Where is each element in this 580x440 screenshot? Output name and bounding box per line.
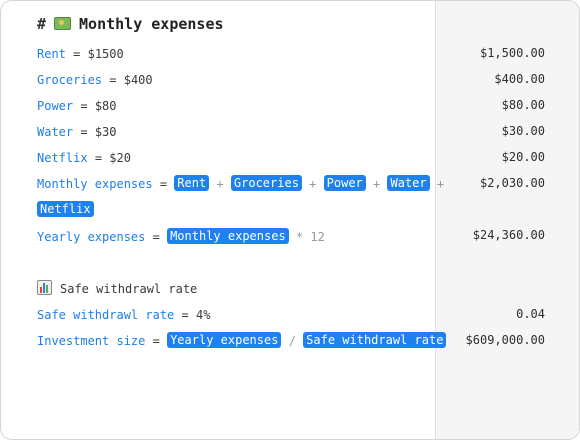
plus-operator: + [436, 177, 445, 191]
heading-title: Monthly expenses [79, 15, 224, 33]
money-icon [54, 17, 72, 30]
line-investment-size[interactable]: Investment size = Yearly expenses / Safe… [37, 331, 447, 351]
line-safe-withdrawl-rate[interactable]: Safe withdrawl rate = 4% [37, 305, 210, 325]
ref-pill-yearly-expenses[interactable]: Yearly expenses [167, 332, 282, 348]
value: $1500 [87, 47, 124, 61]
value: $20 [109, 151, 131, 165]
variable-name: Groceries [37, 73, 103, 87]
operator: = [73, 47, 81, 61]
heading-hash: # [37, 15, 47, 33]
variable-name: Netflix [37, 151, 88, 165]
result-water: $30.00 [501, 124, 545, 138]
operator: = [152, 230, 160, 244]
app-window: # Monthly expenses Rent = $1500 $1,500.00… [0, 0, 580, 440]
result-safe-withdrawl-rate: 0.04 [516, 307, 545, 321]
ref-pill-monthly-expenses[interactable]: Monthly expenses [167, 228, 289, 244]
value: $30 [94, 125, 117, 139]
operator: = [159, 177, 168, 191]
operator: = [181, 308, 189, 322]
ref-pill-power[interactable]: Power [323, 175, 366, 191]
plus-operator: + [309, 177, 317, 191]
line-groceries[interactable]: Groceries = $400 [37, 70, 153, 90]
result-groceries: $400.00 [494, 72, 545, 86]
ref-pill-netflix[interactable]: Netflix [37, 201, 94, 217]
divide-operator: / [288, 334, 296, 348]
line-netflix[interactable]: Netflix = $20 [37, 148, 131, 168]
variable-name: Rent [37, 47, 66, 61]
value: $80 [94, 99, 117, 113]
result-power: $80.00 [501, 98, 545, 112]
ref-pill-safe-withdrawl-rate[interactable]: Safe withdrawl rate [303, 332, 447, 348]
result-monthly-expenses: $2,030.00 [479, 176, 545, 190]
value: $400 [123, 73, 153, 87]
ref-pill-groceries[interactable]: Groceries [230, 175, 302, 191]
variable-name: Investment size [37, 334, 146, 348]
operator: = [94, 151, 103, 165]
line-monthly-expenses-wrap[interactable]: Netflix [37, 200, 94, 220]
ref-pill-rent[interactable]: Rent [174, 175, 210, 191]
operator: = [152, 334, 160, 348]
variable-name: Power [37, 99, 74, 113]
section-title: Safe withdrawl rate [60, 282, 198, 296]
variable-name: Monthly expenses [37, 177, 153, 191]
heading-line[interactable]: # Monthly expenses [37, 14, 224, 34]
line-power[interactable]: Power = $80 [37, 96, 117, 116]
section-heading-line[interactable]: Safe withdrawl rate [37, 279, 197, 299]
operator: = [80, 99, 88, 113]
plus-operator: + [373, 177, 381, 191]
operator: = [80, 125, 88, 139]
variable-name: Water [37, 125, 74, 139]
result-netflix: $20.00 [501, 150, 545, 164]
editor[interactable]: # Monthly expenses Rent = $1500 $1,500.00… [1, 1, 579, 439]
result-yearly-expenses: $24,360.00 [472, 228, 545, 242]
multiply-expression: * 12 [295, 230, 325, 244]
operator: = [109, 73, 117, 87]
ref-pill-water[interactable]: Water [387, 175, 430, 191]
bar-chart-icon [37, 280, 52, 295]
line-yearly-expenses[interactable]: Yearly expenses = Monthly expenses * 12 [37, 227, 325, 247]
plus-operator: + [216, 177, 224, 191]
line-water[interactable]: Water = $30 [37, 122, 117, 142]
result-rent: $1,500.00 [479, 46, 545, 60]
result-investment-size: $609,000.00 [465, 333, 545, 347]
variable-name: Safe withdrawl rate [37, 308, 175, 322]
line-monthly-expenses[interactable]: Monthly expenses = Rent + Groceries + Po… [37, 174, 444, 194]
line-rent[interactable]: Rent = $1500 [37, 44, 124, 64]
value: 4% [195, 308, 211, 322]
variable-name: Yearly expenses [37, 230, 146, 244]
